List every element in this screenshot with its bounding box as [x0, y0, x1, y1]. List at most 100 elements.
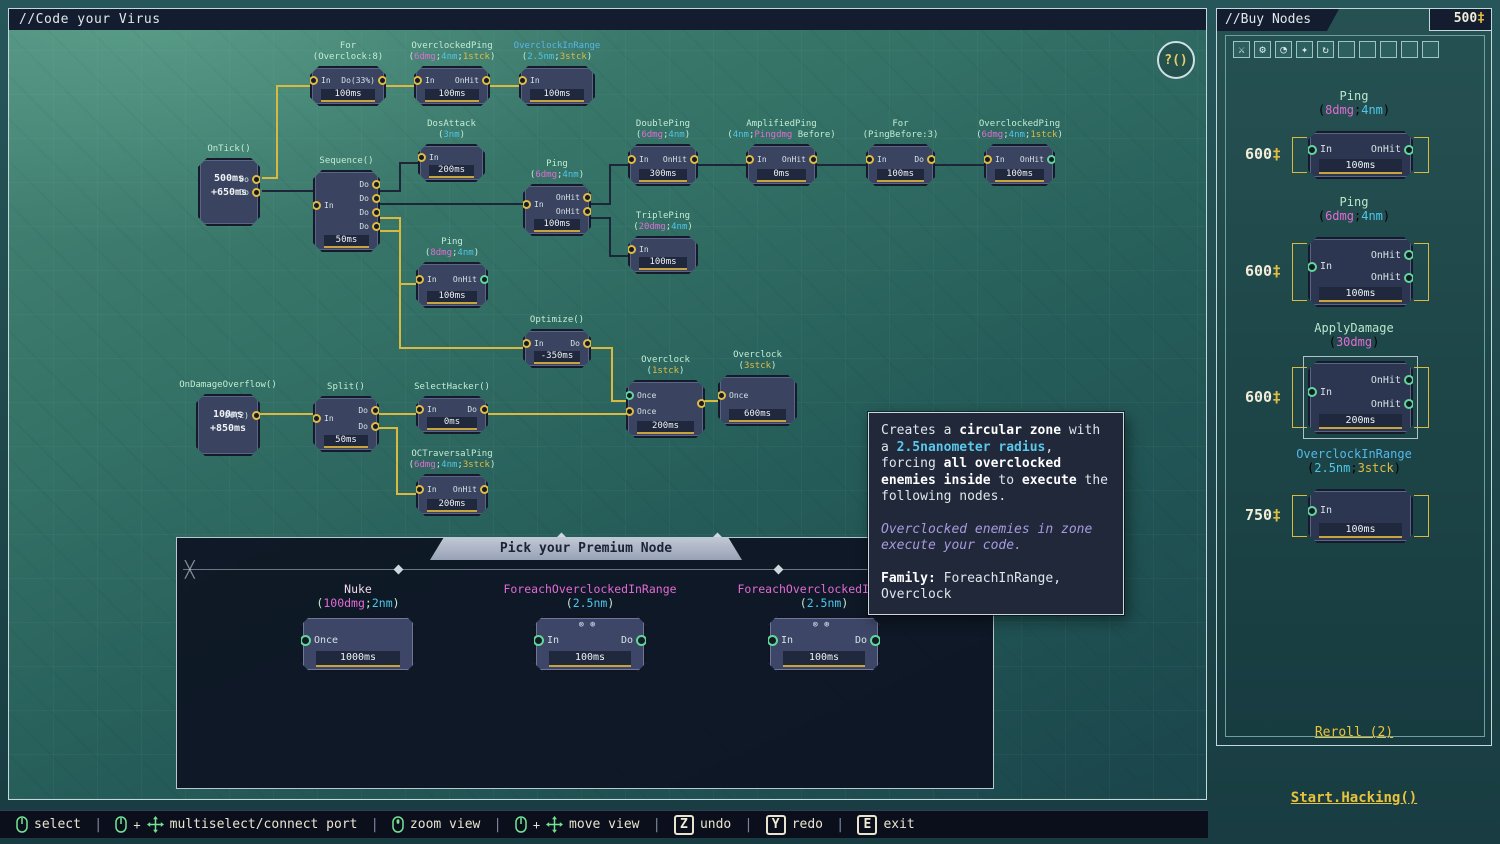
- port-in[interactable]: In: [518, 75, 540, 86]
- port-in[interactable]: In: [309, 75, 331, 86]
- node-dosattack[interactable]: DosAttack(3nm)In200ms: [418, 144, 485, 182]
- node-optimize[interactable]: Optimize()InDo-350ms: [523, 329, 591, 368]
- port-dot[interactable]: [522, 339, 531, 348]
- node-buy-2-applydamage[interactable]: InOnHitOnHit200ms: [1308, 361, 1413, 434]
- port-dot[interactable]: [522, 200, 531, 209]
- port-do2[interactable]: Do(2): [225, 410, 261, 421]
- node-buy-1-ping[interactable]: InOnHitOnHit100ms: [1308, 237, 1413, 307]
- port-dot[interactable]: [1307, 145, 1317, 155]
- port-once[interactable]: Once: [300, 635, 338, 646]
- port-do33[interactable]: Do(33%): [341, 75, 387, 86]
- port-dot[interactable]: [870, 635, 881, 646]
- port-in[interactable]: In: [627, 244, 649, 255]
- port-dot[interactable]: [480, 275, 489, 284]
- port-do[interactable]: Do: [359, 193, 381, 204]
- port-dot[interactable]: [480, 485, 489, 494]
- buy-item-price[interactable]: 750‡: [1245, 506, 1297, 524]
- port-once[interactable]: Once: [717, 390, 748, 401]
- node-ondamageoverflow[interactable]: OnDamageOverflow()100ms+850msDo(2): [196, 394, 260, 456]
- port-dot[interactable]: [518, 76, 527, 85]
- port-in[interactable]: In: [745, 154, 767, 165]
- port-out[interactable]: [694, 398, 706, 409]
- port-dot[interactable]: [252, 175, 261, 184]
- port-onhit[interactable]: OnHit: [1371, 272, 1414, 283]
- node-tripleping[interactable]: TriplePing(20dmg;4nm)In100ms: [628, 236, 698, 274]
- port-do[interactable]: Do: [239, 174, 261, 185]
- hotkey-exit[interactable]: Eexit: [857, 815, 914, 835]
- port-dot[interactable]: [1404, 145, 1414, 155]
- port-dot[interactable]: [372, 194, 381, 203]
- node-buy-0-ping[interactable]: InOnHit100ms: [1308, 131, 1413, 179]
- port-dot[interactable]: [309, 76, 318, 85]
- port-do[interactable]: Do: [621, 635, 647, 646]
- port-dot[interactable]: [1404, 399, 1414, 409]
- node-for-overclock[interactable]: For(Overclock:8)InDo(33%)100ms: [310, 66, 386, 106]
- port-onhit[interactable]: OnHit: [663, 154, 699, 165]
- port-dot[interactable]: [690, 155, 699, 164]
- start-hacking-button[interactable]: Start.Hacking(): [1216, 790, 1492, 806]
- node-ontick[interactable]: OnTick()500ms+650msDoDo: [198, 158, 260, 226]
- port-dot[interactable]: [378, 76, 387, 85]
- port-dot[interactable]: [927, 155, 936, 164]
- port-do[interactable]: Do: [358, 421, 380, 432]
- port-dot[interactable]: [583, 207, 592, 216]
- port-dot[interactable]: [480, 405, 489, 414]
- port-in[interactable]: In: [415, 484, 437, 495]
- port-dot[interactable]: [372, 180, 381, 189]
- port-dot[interactable]: [372, 208, 381, 217]
- port-dot[interactable]: [625, 407, 634, 416]
- port-dot[interactable]: [415, 405, 424, 414]
- port-dot[interactable]: [1307, 262, 1317, 272]
- port-dot[interactable]: [625, 391, 634, 400]
- port-dot[interactable]: [415, 275, 424, 284]
- port-in[interactable]: In: [865, 154, 887, 165]
- port-in[interactable]: In: [1307, 144, 1332, 155]
- node-overclockinrange[interactable]: OverclockInRange(2.5nm;3stck)In100ms: [519, 66, 595, 106]
- port-dot[interactable]: [583, 193, 592, 202]
- node-octraversalping[interactable]: OCTraversalPing(6dmg;4nm;3stck)InOnHit20…: [416, 474, 488, 516]
- port-in[interactable]: In: [627, 154, 649, 165]
- port-dot[interactable]: [371, 406, 380, 415]
- port-onhit[interactable]: OnHit: [1371, 375, 1414, 386]
- port-dot[interactable]: [1047, 155, 1056, 164]
- port-do[interactable]: Do: [914, 154, 936, 165]
- node-premium-foreach-2[interactable]: ForeachOverclockedInRange(2.5nm)⊗⊛InDo10…: [768, 616, 880, 672]
- port-dot[interactable]: [717, 391, 726, 400]
- port-dot[interactable]: [533, 635, 544, 646]
- port-in[interactable]: In: [413, 75, 435, 86]
- port-dot[interactable]: [1404, 375, 1414, 385]
- buy-item-price[interactable]: 600‡: [1245, 145, 1297, 163]
- hotkey-zoom-view[interactable]: zoom view: [392, 816, 480, 833]
- port-dot[interactable]: [312, 414, 321, 423]
- port-once[interactable]: Once: [625, 390, 656, 401]
- hotkey-multiselect-connect-port[interactable]: +multiselect/connect port: [115, 816, 357, 833]
- port-in[interactable]: In: [767, 635, 793, 646]
- node-doubleping[interactable]: DoublePing(6dmg;4nm)InOnHit300ms: [628, 144, 698, 186]
- hotkey-undo[interactable]: Zundo: [674, 815, 731, 835]
- port-onhit[interactable]: OnHit: [556, 206, 592, 217]
- port-onhit[interactable]: OnHit: [1020, 154, 1056, 165]
- buy-item-price[interactable]: 600‡: [1245, 388, 1297, 406]
- port-dot[interactable]: [300, 635, 311, 646]
- port-onhit[interactable]: OnHit: [455, 75, 491, 86]
- port-dot[interactable]: [1404, 273, 1414, 283]
- port-dot[interactable]: [697, 399, 706, 408]
- port-dot[interactable]: [413, 76, 422, 85]
- node-premium-nuke[interactable]: Nuke(100dmg;2nm)Once1000ms: [301, 616, 415, 672]
- node-overclock-3stck[interactable]: Overclock(3stck)Once600ms: [718, 375, 797, 426]
- port-once[interactable]: Once: [625, 406, 656, 417]
- port-dot[interactable]: [1307, 506, 1317, 516]
- port-dot[interactable]: [745, 155, 754, 164]
- port-onhit[interactable]: OnHit: [1371, 144, 1414, 155]
- port-dot[interactable]: [627, 155, 636, 164]
- port-dot[interactable]: [636, 635, 647, 646]
- port-dot[interactable]: [312, 201, 321, 210]
- port-onhit[interactable]: OnHit: [1371, 250, 1414, 261]
- hotkey-move-view[interactable]: +move view: [515, 816, 640, 833]
- port-in[interactable]: In: [522, 338, 544, 349]
- port-do[interactable]: Do: [467, 404, 489, 415]
- port-onhit[interactable]: OnHit: [556, 192, 592, 203]
- port-in[interactable]: In: [1307, 261, 1332, 272]
- port-do[interactable]: Do: [570, 338, 592, 349]
- port-dot[interactable]: [415, 485, 424, 494]
